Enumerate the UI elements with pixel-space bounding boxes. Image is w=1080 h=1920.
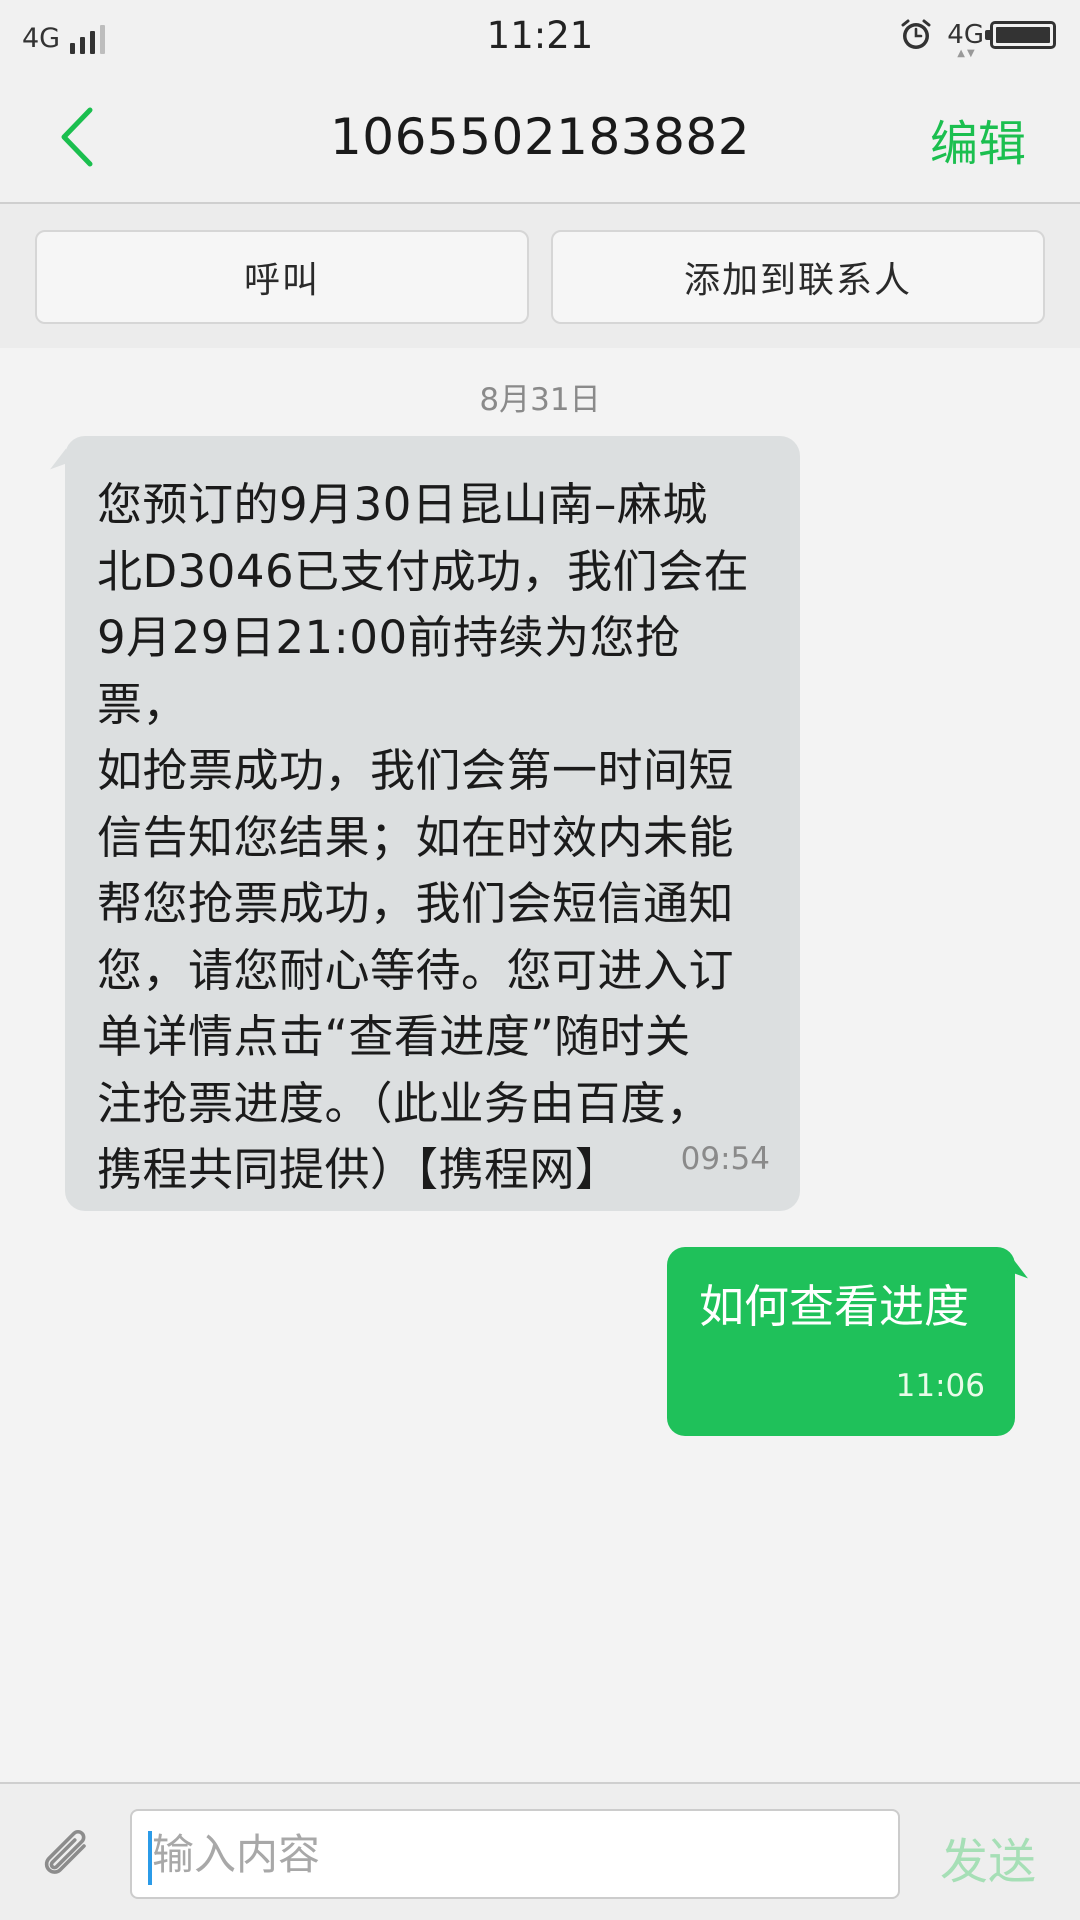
incoming-message-time: 09:54 bbox=[680, 1141, 770, 1177]
message-input-container[interactable] bbox=[130, 1809, 900, 1899]
network-type-text: 4G bbox=[947, 20, 984, 50]
message-line: 北D3046已支付成功，我们会在 bbox=[97, 544, 750, 598]
add-to-contacts-button[interactable]: 添加到联系人 bbox=[551, 230, 1045, 324]
message-line: 信告知您结果；如在时效内未能 bbox=[97, 810, 735, 864]
message-line: 您，请您耐心等待。您可进入订 bbox=[97, 943, 735, 997]
message-line: 帮您抢票成功，我们会短信通知 bbox=[97, 877, 735, 930]
message-line: 携程共同提供）【携程网】 bbox=[97, 1143, 621, 1196]
incoming-message-bubble[interactable]: 您预订的9月30日昆山南–麻城 北D3046已支付成功，我们会在 9月29日21… bbox=[45, 436, 800, 1211]
composer-bar: 发送 bbox=[0, 1782, 1080, 1920]
edit-button[interactable]: 编辑 bbox=[930, 104, 1026, 174]
message-line: 如抢票成功，我们会第一时间短 bbox=[97, 744, 735, 797]
alarm-clock-icon bbox=[901, 19, 931, 49]
contact-actions: 呼叫 添加到联系人 bbox=[0, 204, 1080, 348]
outgoing-message-time: 11:06 bbox=[895, 1368, 985, 1404]
status-right: 4G ▲▼ bbox=[899, 14, 1056, 59]
date-separator: 8月31日 bbox=[479, 382, 601, 418]
message-line: 9月29日21:00前持续为您抢票， bbox=[97, 611, 681, 731]
outgoing-message-text: 如何查看进度 bbox=[699, 1280, 970, 1333]
attach-button[interactable] bbox=[34, 1824, 98, 1888]
message-line: 您预订的9月30日昆山南–麻城 bbox=[97, 478, 708, 531]
battery-icon bbox=[985, 21, 1056, 49]
data-activity-icon: ▲▼ bbox=[957, 48, 977, 59]
paperclip-icon bbox=[44, 1829, 86, 1874]
call-button[interactable]: 呼叫 bbox=[35, 230, 529, 324]
send-button[interactable]: 发送 bbox=[940, 1822, 1036, 1892]
incoming-message-text: 您预订的9月30日昆山南–麻城 北D3046已支付成功，我们会在 9月29日21… bbox=[97, 472, 770, 1204]
title-bar: 1065502183882 编辑 bbox=[0, 72, 1080, 204]
outgoing-message-bubble[interactable]: 如何查看进度 11:06 bbox=[667, 1247, 1033, 1436]
status-bar: 4G 11:21 4G ▲▼ bbox=[0, 0, 1080, 72]
message-line: 单详情点击“查看进度”随时关 bbox=[97, 1010, 691, 1063]
bubble-tail bbox=[45, 448, 71, 470]
network-type-label-right: 4G ▲▼ bbox=[947, 20, 984, 59]
conversation-title: 1065502183882 bbox=[329, 108, 751, 166]
message-line: 注抢票进度。（此业务由百度， bbox=[97, 1076, 712, 1130]
message-input[interactable] bbox=[152, 1811, 882, 1897]
bubble-tail bbox=[1007, 1257, 1033, 1279]
